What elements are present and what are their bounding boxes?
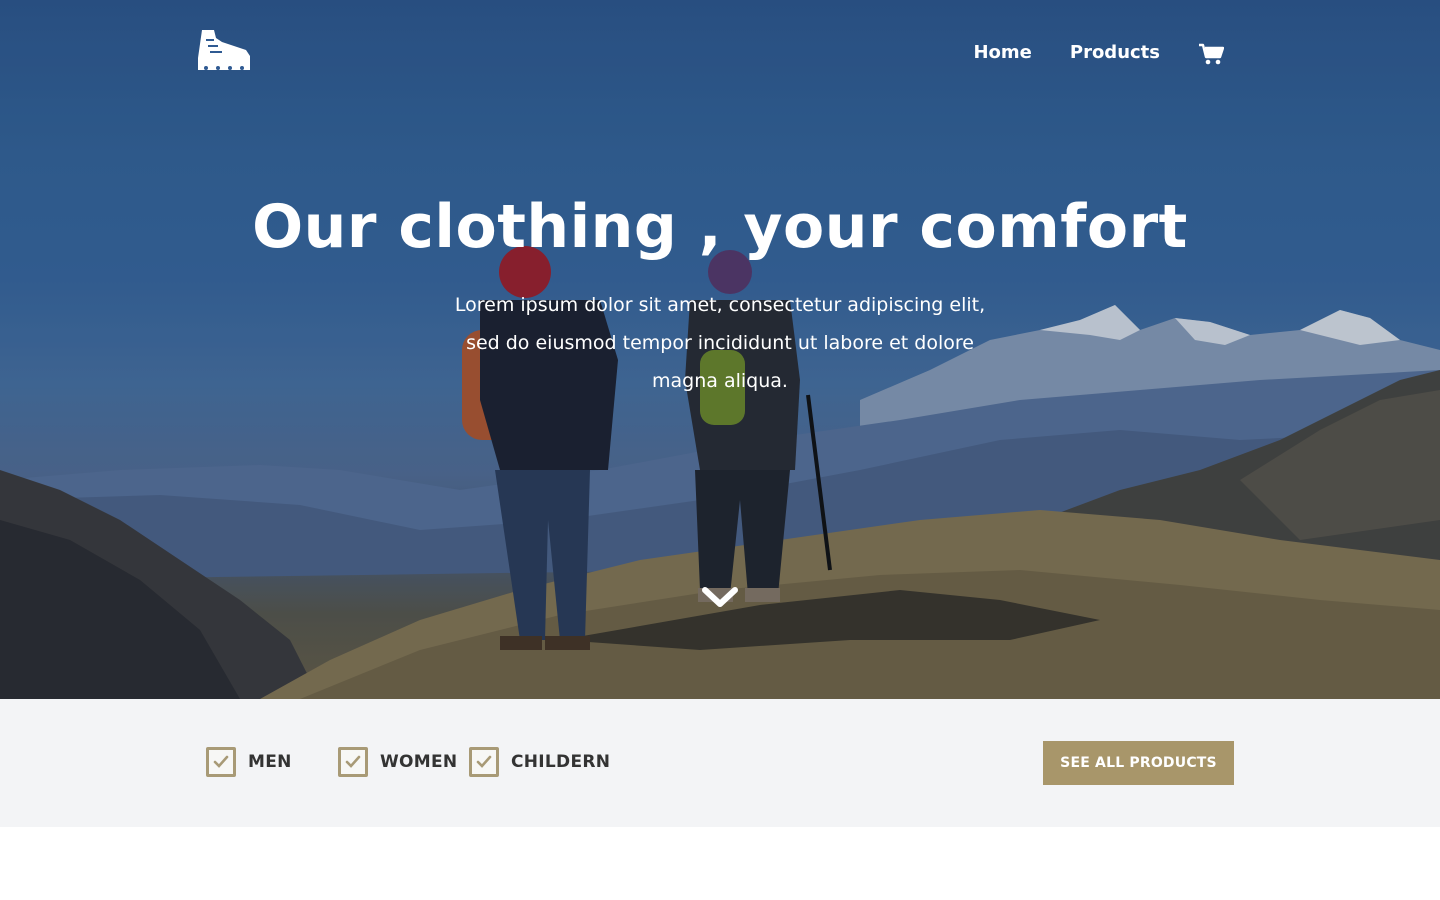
shopping-cart-icon[interactable] xyxy=(1198,42,1224,66)
main-nav: Home Products xyxy=(935,38,1224,66)
checkbox-children[interactable] xyxy=(469,747,499,777)
hiking-boot-icon[interactable] xyxy=(196,28,252,72)
checkbox-men[interactable] xyxy=(206,747,236,777)
hero-section: Home Products Our clothing , your comfor… xyxy=(0,0,1440,699)
hero-subtitle: Lorem ipsum dolor sit amet, consectetur … xyxy=(454,294,986,392)
nav-link-products[interactable]: Products xyxy=(1070,42,1160,63)
checkmark-icon xyxy=(476,755,492,768)
category-filter-bar: MEN WOMEN CHILDERN SEE ALL PRODUCTS xyxy=(0,699,1440,827)
checkmark-icon xyxy=(345,755,361,768)
see-all-products-button[interactable]: SEE ALL PRODUCTS xyxy=(1043,741,1234,785)
checkmark-icon xyxy=(213,755,229,768)
filter-children[interactable]: CHILDERN xyxy=(469,747,610,777)
nav-link-home[interactable]: Home xyxy=(973,42,1031,63)
filter-men-label: MEN xyxy=(248,752,292,772)
checkbox-women[interactable] xyxy=(338,747,368,777)
filter-women[interactable]: WOMEN xyxy=(338,747,457,777)
filter-women-label: WOMEN xyxy=(380,752,458,772)
filter-men[interactable]: MEN xyxy=(206,747,292,777)
filter-children-label: CHILDERN xyxy=(511,752,611,772)
chevron-down-icon[interactable] xyxy=(702,586,738,610)
hero-title: Our clothing , your comfort xyxy=(252,192,1188,262)
